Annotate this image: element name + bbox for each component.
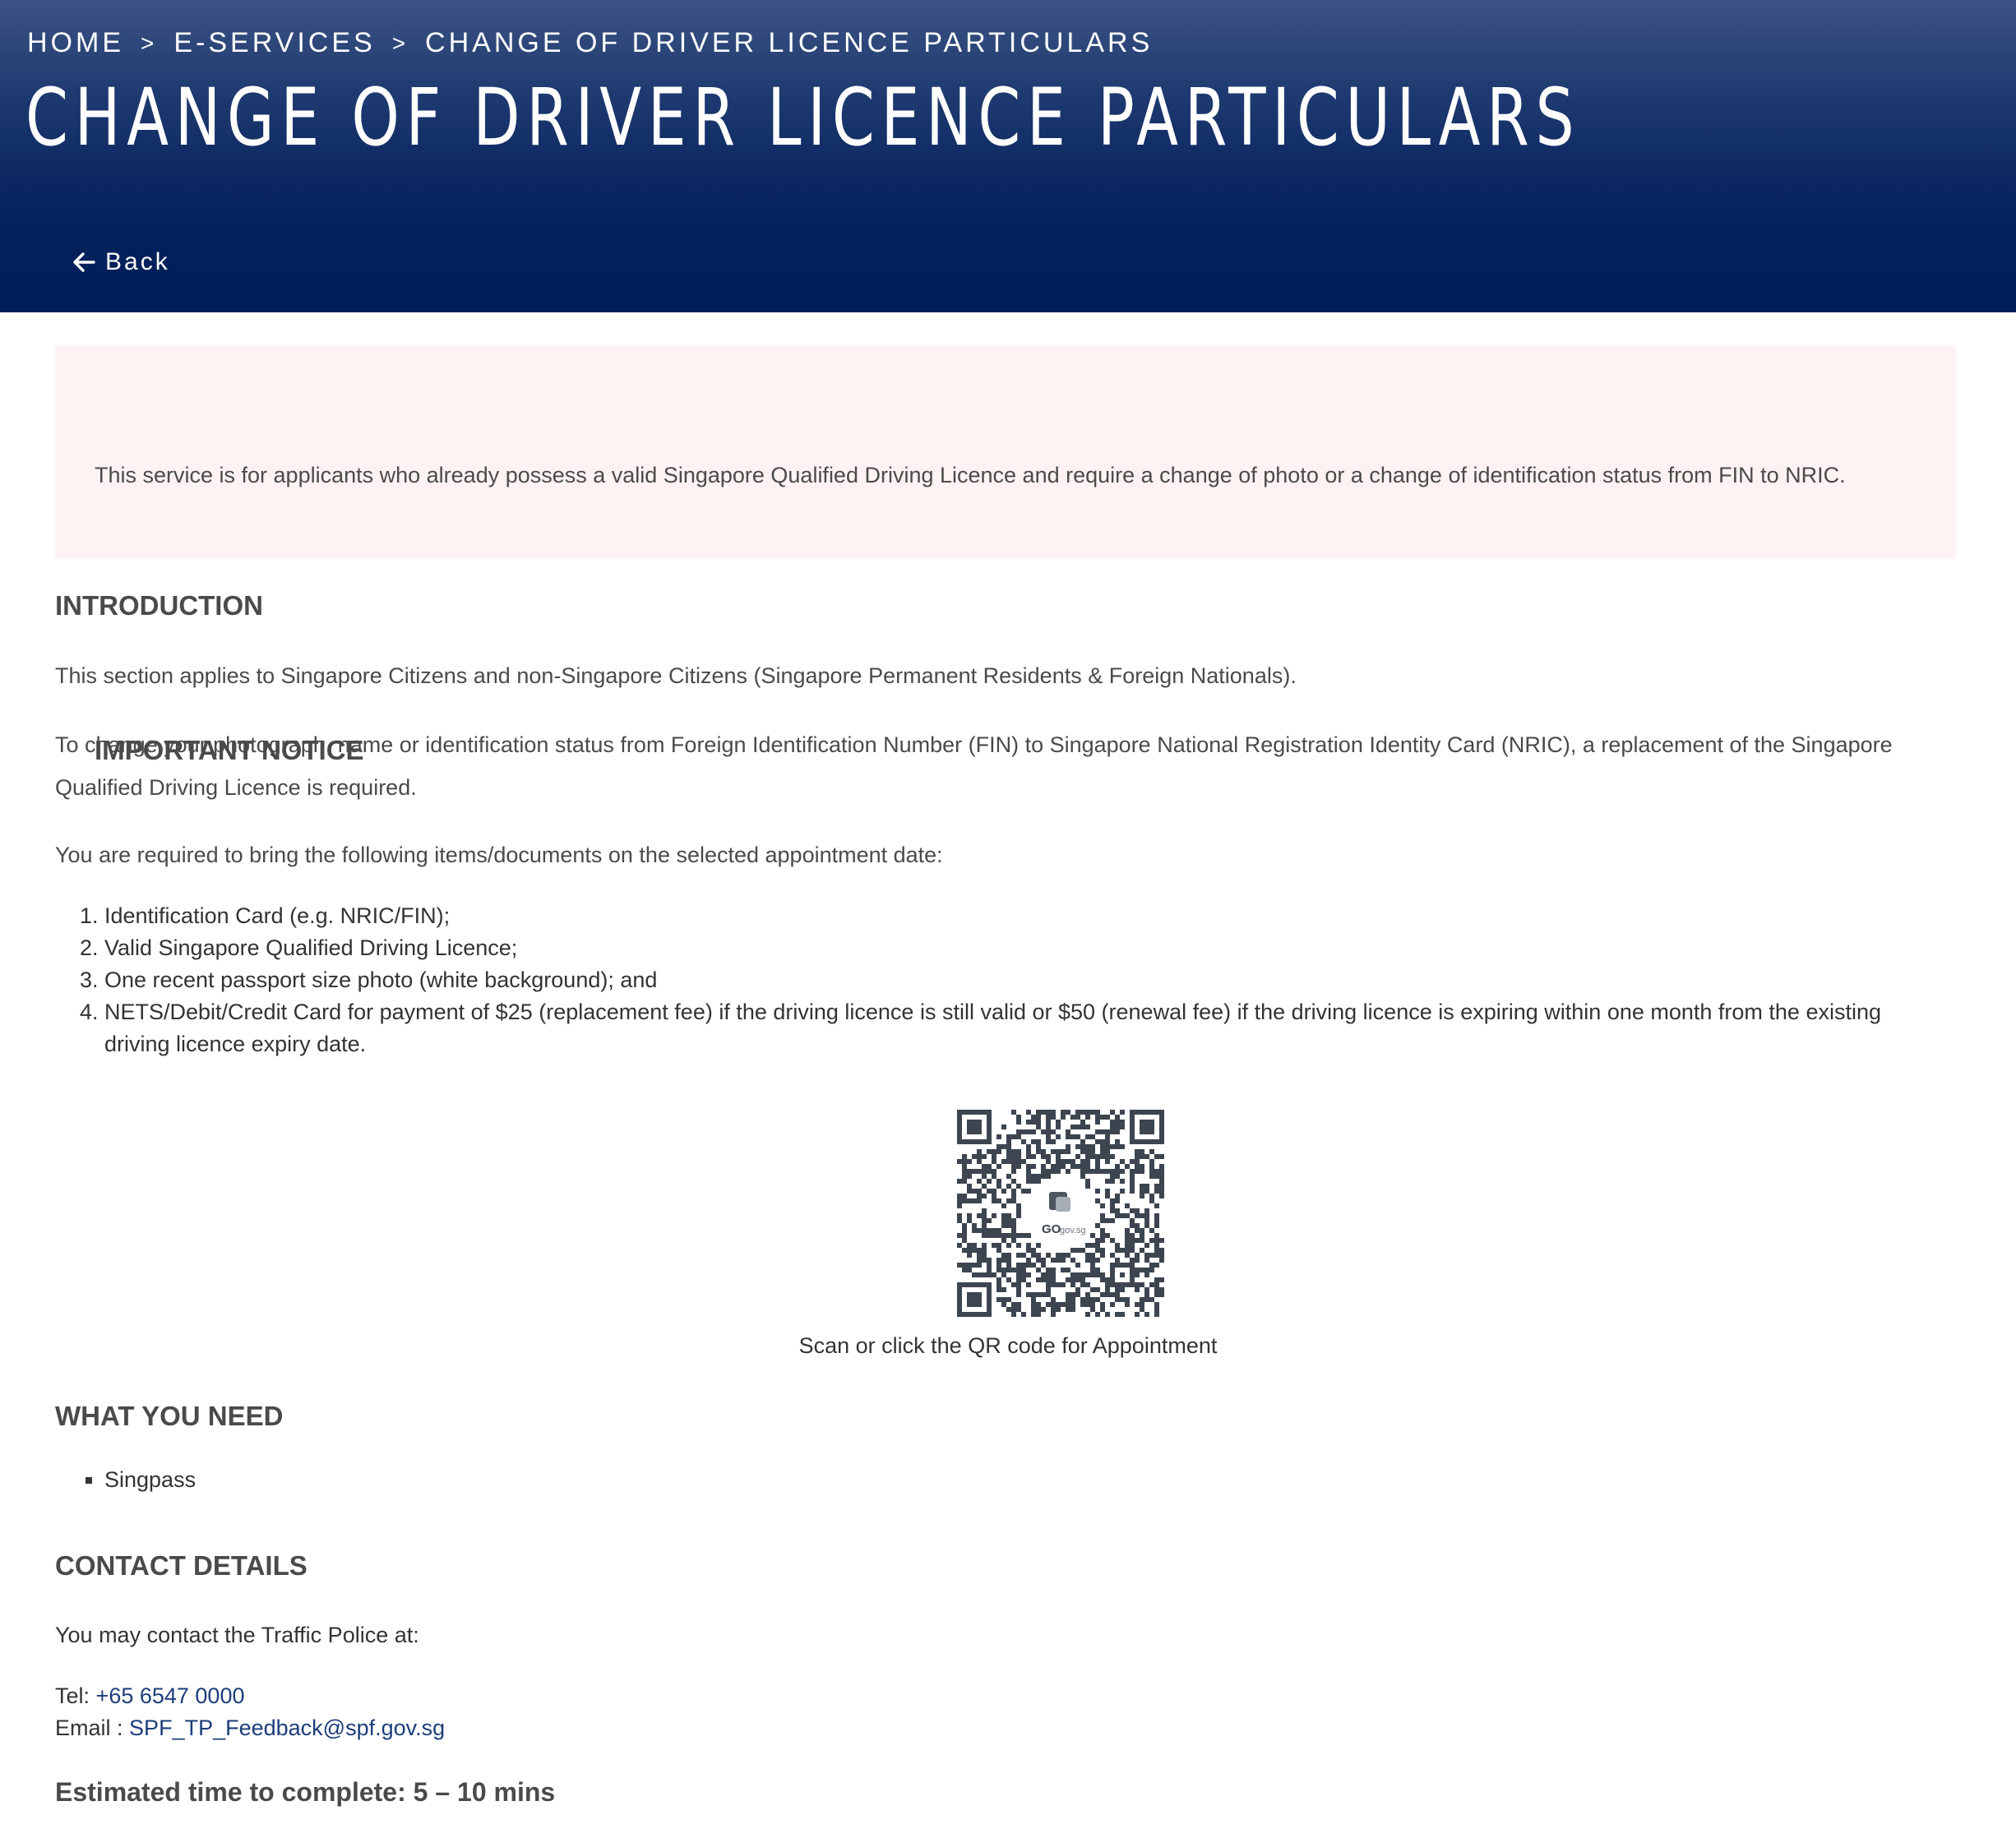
breadcrumb-home[interactable]: HOME: [27, 27, 124, 59]
contact-intro: You may contact the Traffic Police at:: [55, 1623, 419, 1647]
tel-link[interactable]: +65 6547 0000: [96, 1683, 245, 1708]
estimated-time: Estimated time to complete: 5 – 10 mins: [55, 1777, 556, 1807]
important-notice: IMPORTANT NOTICE This service is for app…: [55, 345, 1956, 765]
list-item: NETS/Debit/Credit Card for payment of $2…: [104, 996, 1930, 1060]
qr-logo-sub: gov.sg: [1060, 1226, 1086, 1235]
back-label: Back: [105, 248, 170, 275]
page-title: CHANGE OF DRIVER LICENCE PARTICULARS: [25, 72, 1581, 164]
qr-logo-text: GO: [1042, 1222, 1061, 1236]
breadcrumb-eservices[interactable]: E-SERVICES: [173, 27, 375, 59]
contact-details-title: CONTACT DETAILS: [55, 1550, 307, 1581]
introduction-para-3: You are required to bring the following …: [55, 843, 943, 867]
introduction-para-1: This section applies to Singapore Citize…: [55, 663, 1297, 688]
what-you-need-list: Singpass: [55, 1463, 196, 1496]
contact-tel: Tel: +65 6547 0000: [55, 1680, 244, 1712]
list-item: Singpass: [104, 1463, 196, 1496]
breadcrumb: HOME > E-SERVICES > CHANGE OF DRIVER LIC…: [27, 27, 1153, 59]
list-item: Identification Card (e.g. NRIC/FIN);: [104, 900, 1930, 932]
qr-caption: Scan or click the QR code for Appointmen…: [798, 1333, 1218, 1358]
breadcrumb-separator: >: [141, 30, 158, 56]
qr-code-icon: GO gov.sg: [957, 1110, 1164, 1317]
tel-label: Tel:: [55, 1683, 90, 1708]
introduction-title: INTRODUCTION: [55, 590, 263, 621]
breadcrumb-separator: >: [391, 30, 409, 56]
page-header: HOME > E-SERVICES > CHANGE OF DRIVER LIC…: [0, 0, 2016, 312]
contact-email: Email : SPF_TP_Feedback@spf.gov.sg: [55, 1712, 445, 1744]
email-label: Email :: [55, 1716, 123, 1740]
appointment-qr-code[interactable]: GO gov.sg: [957, 1110, 1164, 1317]
breadcrumb-current: CHANGE OF DRIVER LICENCE PARTICULARS: [425, 27, 1154, 58]
back-button[interactable]: Back: [72, 248, 170, 276]
email-link[interactable]: SPF_TP_Feedback@spf.gov.sg: [129, 1716, 445, 1740]
introduction-para-2: To change your photograph, name or ident…: [55, 732, 1893, 800]
notice-text: This service is for applicants who alrea…: [95, 463, 1846, 487]
list-item: One recent passport size photo (white ba…: [104, 964, 1930, 996]
required-documents-list: Identification Card (e.g. NRIC/FIN); Val…: [55, 900, 1930, 1060]
what-you-need-title: WHAT YOU NEED: [55, 1401, 284, 1431]
arrow-left-icon: [72, 251, 95, 274]
list-item: Valid Singapore Qualified Driving Licenc…: [104, 932, 1930, 964]
